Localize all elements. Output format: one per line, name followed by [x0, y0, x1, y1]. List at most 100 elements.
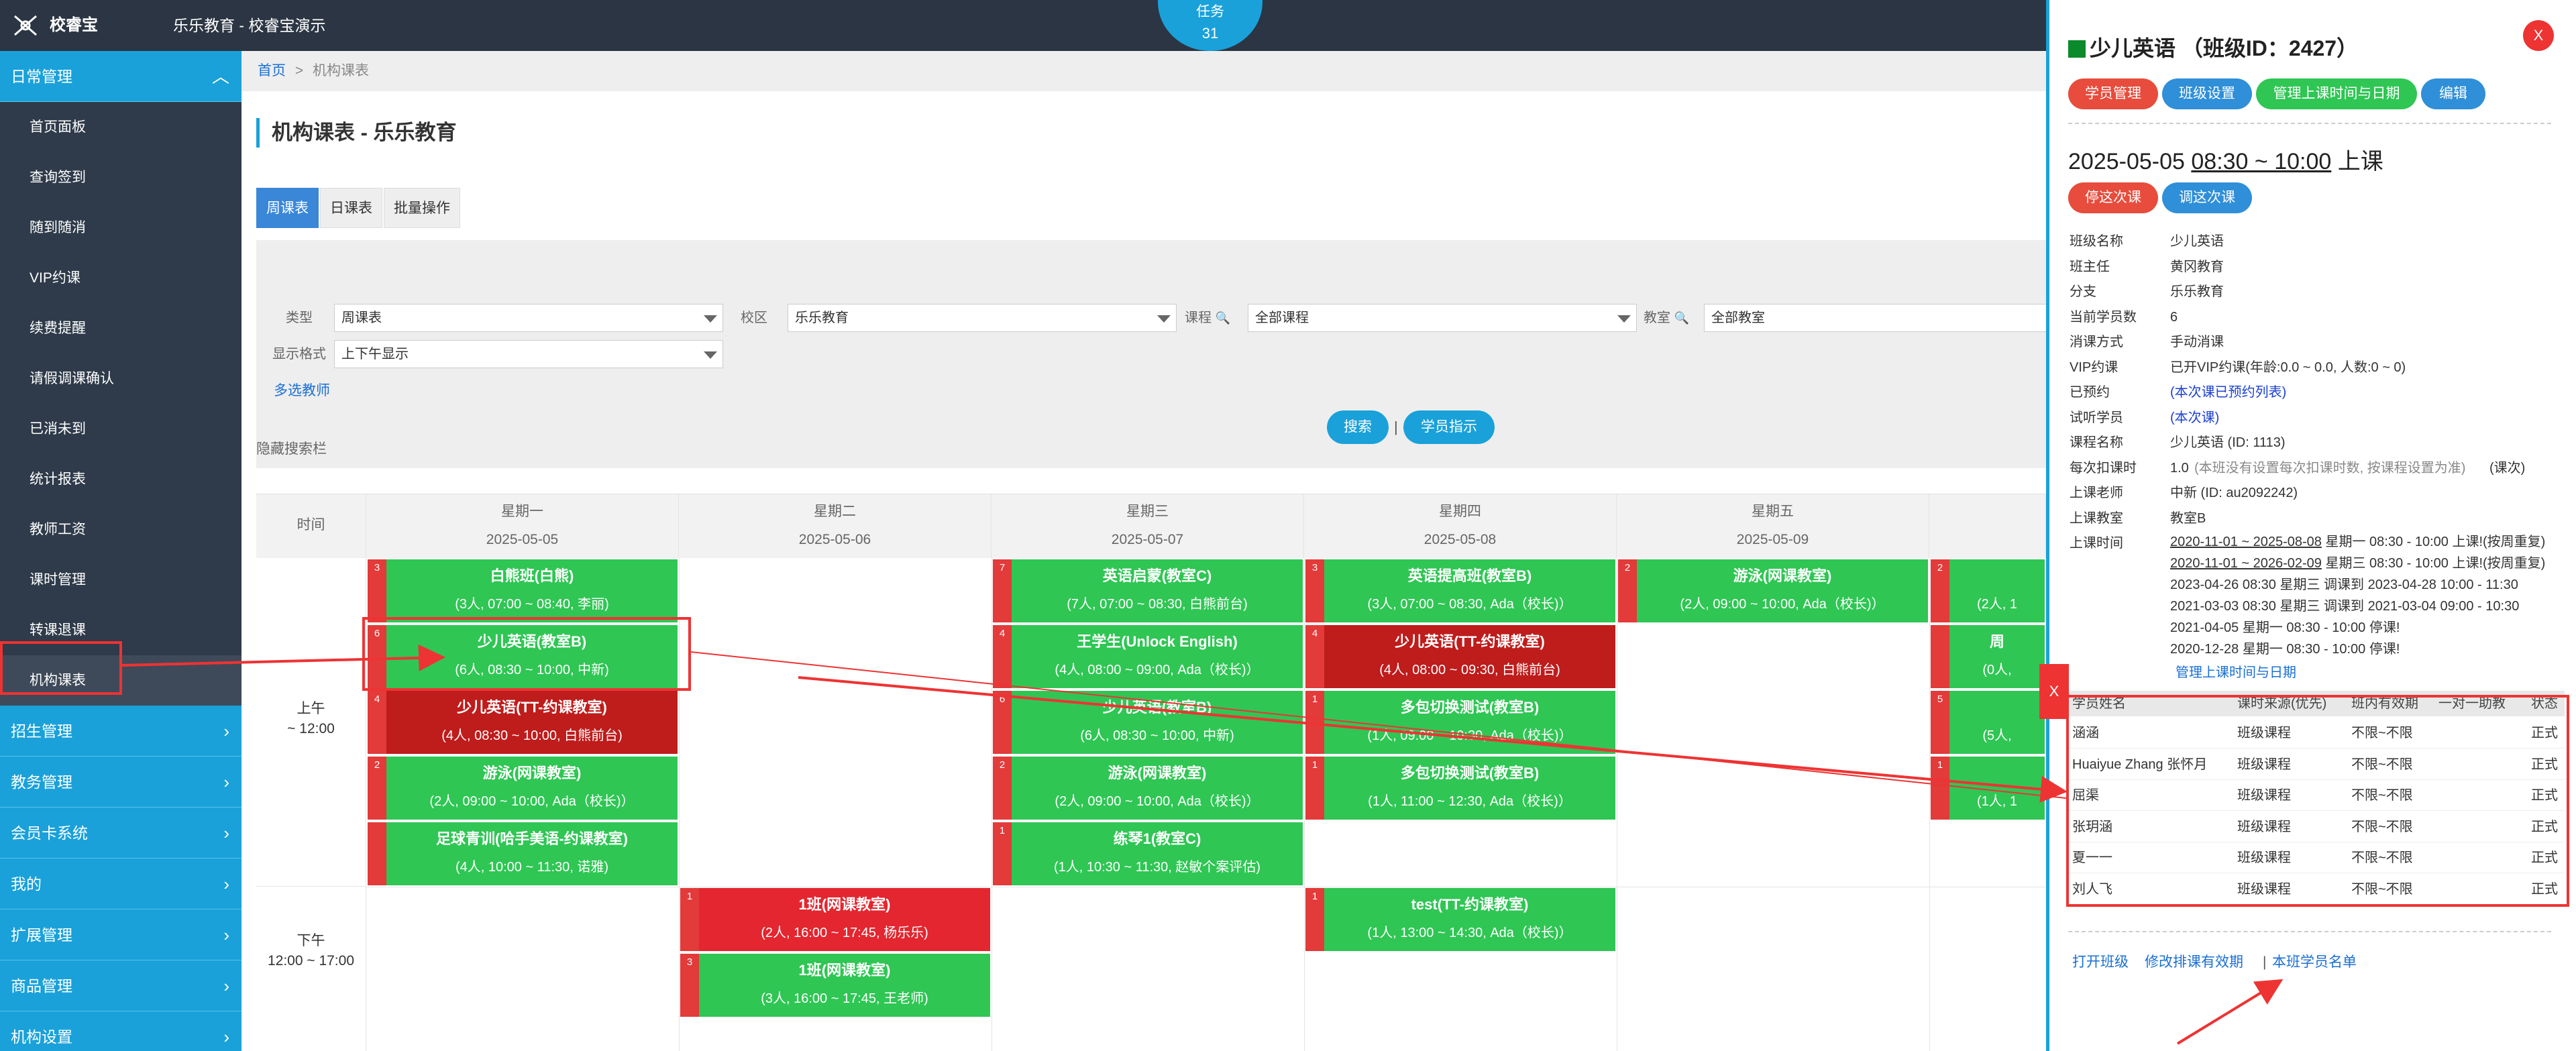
class-block[interactable]: 1 1班(网课教室) (2人, 16:00 ~ 17:45, 杨乐乐) [680, 888, 990, 951]
class-count-badge: 3 [368, 559, 386, 622]
side-close-button[interactable]: X [2039, 664, 2069, 719]
breadcrumb-home[interactable]: 首页 [258, 63, 286, 78]
sidebar-item[interactable]: 随到随消 [0, 203, 241, 253]
manage-time-link[interactable]: 管理上课时间与日期 [2176, 663, 2296, 683]
lesson-time-range[interactable]: 08:30 ~ 10:00 [2191, 149, 2331, 174]
class-block[interactable]: 足球青训(哈手美语-约课教室) (4人, 10:00 ~ 11:30, 诺雅) [368, 822, 678, 885]
sidebar-section[interactable]: 教务管理 › [0, 757, 241, 808]
sidebar-section[interactable]: 我的 › [0, 859, 241, 909]
reschedule-lesson-button[interactable]: 调这次课 [2162, 182, 2252, 213]
class-block[interactable]: 2 游泳(网课教室) (2人, 09:00 ~ 10:00, Ada（校长)） [368, 757, 678, 820]
campus-value: 乐乐教育 [795, 311, 849, 325]
info-row: 每次扣课时 1.0 (本班没有设置每次扣课时数, 按课程设置为准) (课次) [2070, 456, 2566, 481]
sidebar-item[interactable]: 请假调课确认 [0, 353, 241, 404]
tab-batch[interactable]: 批量操作 [384, 188, 460, 228]
multi-teacher-link[interactable]: 多选教师 [274, 381, 330, 401]
student-row[interactable]: 张玥涵 班级课程 不限~不限 正式 [2068, 812, 2565, 842]
class-block[interactable]: 4 少儿英语(TT-约课教室) (4人, 08:00 ~ 09:30, 白熊前台) [1305, 625, 1615, 688]
class-count-badge: 2 [368, 757, 386, 820]
sidebar-section[interactable]: 招生管理 › [0, 706, 241, 757]
student-row[interactable]: 涵涵 班级课程 不限~不限 正式 [2068, 718, 2565, 749]
class-block[interactable]: 5 (5人, [1931, 691, 2045, 754]
class-block[interactable]: 1 练琴1(教室C) (1人, 10:30 ~ 11:30, 赵敏个案评估) [993, 822, 1303, 885]
dropdown-arrow-icon [1157, 315, 1171, 323]
class-block[interactable]: 周 (0人, [1931, 625, 2045, 688]
class-block[interactable]: 2 游泳(网课教室) (2人, 09:00 ~ 10:00, Ada（校长)） [1618, 559, 1928, 622]
class-block[interactable]: 1 多包切换测试(教室B) (1人, 11:00 ~ 12:30, Ada（校长)） [1305, 757, 1615, 820]
class-block[interactable]: 7 英语启蒙(教室C) (7人, 07:00 ~ 08:30, 白熊前台) [993, 559, 1303, 622]
logo-icon [14, 15, 37, 36]
sidebar-item[interactable]: 已消未到 [0, 404, 241, 454]
class-block[interactable]: 3 1班(网课教室) (3人, 16:00 ~ 17:45, 王老师) [680, 954, 990, 1017]
sidebar-item[interactable]: 教师工资 [0, 504, 241, 555]
sidebar-item[interactable]: 转课退课 [0, 605, 241, 655]
class-detail-panel: 少儿英语 （班级ID：2427） X 学员管理 班级设置 管理上课时间与日期 编… [2046, 0, 2576, 1051]
info-row: 班主任 黄冈教育 [2070, 255, 2566, 280]
breadcrumb-sep: > [294, 63, 304, 78]
hide-search-link[interactable]: 隐藏搜索栏 [256, 436, 327, 463]
course-select[interactable]: 全部课程 [1248, 304, 1637, 332]
class-info: (6人, 08:30 ~ 10:00, 中新) [1080, 728, 1234, 743]
student-row[interactable]: 屈渠 班级课程 不限~不限 正式 [2068, 780, 2565, 811]
class-settings-button[interactable]: 班级设置 [2162, 78, 2252, 109]
tab-week[interactable]: 周课表 [256, 188, 319, 228]
student-row[interactable]: 夏一一 班级课程 不限~不限 正式 [2068, 842, 2565, 873]
class-block[interactable]: 2 游泳(网课教室) (2人, 09:00 ~ 10:00, Ada（校长)） [993, 757, 1303, 820]
class-roster-link[interactable]: 本班学员名单 [2272, 951, 2357, 974]
student-cell: 不限~不限 [2351, 881, 2413, 897]
schedule-range[interactable]: 2020-11-01 ~ 2025-08-08 [2170, 535, 2322, 549]
class-block[interactable]: 4 少儿英语(TT-约课教室) (4人, 08:30 ~ 10:00, 白熊前台) [368, 691, 678, 754]
info-value[interactable]: (本次课已预约列表) [2170, 380, 2286, 405]
class-block[interactable]: 1 test(TT-约课教室) (1人, 13:00 ~ 14:30, Ada（校长… [1305, 888, 1615, 951]
edit-button[interactable]: 编辑 [2421, 78, 2485, 109]
class-block[interactable]: 3 英语提高班(教室B) (3人, 07:00 ~ 08:30, Ada（校长)） [1305, 559, 1615, 622]
class-name: 游泳(网课教室) [1733, 567, 1832, 584]
class-block[interactable]: 6 少儿英语(教室B) (6人, 08:30 ~ 10:00, 中新) [993, 691, 1303, 754]
sidebar-item[interactable]: 首页面板 [0, 102, 241, 152]
class-block[interactable]: 2 (2人, 1 [1931, 559, 2045, 622]
task-bubble[interactable]: 任务 31 [1158, 0, 1263, 51]
sidebar-section[interactable]: 机构设置 › [0, 1011, 241, 1051]
sidebar-section[interactable]: 扩展管理 › [0, 909, 241, 960]
stop-lesson-button[interactable]: 停这次课 [2068, 182, 2158, 213]
student-guide-button[interactable]: 学员指示 [1403, 410, 1495, 444]
class-info: (3人, 07:00 ~ 08:30, Ada（校长)） [1367, 597, 1572, 612]
student-row[interactable]: 刘人飞 班级课程 不限~不限 正式 [2068, 874, 2565, 905]
class-block[interactable]: 1 多包切换测试(教室B) (1人, 09:00 ~ 10:30, Ada（校长)） [1305, 691, 1615, 754]
sidebar-item[interactable]: 统计报表 [0, 454, 241, 504]
sidebar-item[interactable]: 课时管理 [0, 555, 241, 605]
type-select[interactable]: 周课表 [334, 304, 723, 332]
sidebar-section[interactable]: 会员卡系统 › [0, 808, 241, 859]
sidebar-section[interactable]: 商品管理 › [0, 960, 241, 1011]
course-value: 全部课程 [1255, 311, 1309, 325]
class-name: 少儿英语(教室B) [477, 633, 587, 650]
tab-day[interactable]: 日课表 [320, 188, 382, 228]
class-block[interactable]: 6 少儿英语(教室B) (6人, 08:30 ~ 10:00, 中新) [368, 625, 678, 688]
sidebar-item[interactable]: 查询签到 [0, 152, 241, 203]
student-manage-button[interactable]: 学员管理 [2068, 78, 2158, 109]
sidebar-item[interactable]: 续费提醒 [0, 303, 241, 353]
sidebar-item-active[interactable]: 机构课表 [0, 655, 241, 706]
info-value: 黄冈教育 [2170, 259, 2224, 274]
sidebar-section-daily[interactable]: 日常管理 ︿ [0, 51, 241, 102]
class-block[interactable]: 1 (1人, 1 [1931, 757, 2045, 820]
info-value[interactable]: (本次课) [2170, 406, 2219, 431]
schedule-range[interactable]: 2020-11-01 ~ 2026-02-09 [2170, 556, 2322, 571]
format-select[interactable]: 上下午显示 [334, 340, 723, 368]
student-row[interactable]: Huaiyue Zhang 张怀月 班级课程 不限~不限 正式 [2068, 749, 2565, 780]
class-block[interactable]: 3 白熊班(白熊) (3人, 07:00 ~ 08:40, 李丽) [368, 559, 678, 622]
close-button[interactable]: X [2523, 20, 2554, 51]
student-cell: 夏一一 [2072, 850, 2112, 865]
class-block[interactable]: 4 王学生(Unlock English) (4人, 08:00 ~ 09:00, … [993, 625, 1303, 688]
campus-select[interactable]: 乐乐教育 [788, 304, 1177, 332]
search-button[interactable]: 搜索 [1327, 410, 1389, 444]
student-cell: 正式 [2531, 726, 2558, 740]
sidebar-item[interactable]: VIP约课 [0, 253, 241, 303]
class-count-badge: 1 [680, 888, 699, 951]
open-class-link[interactable]: 打开班级 [2072, 951, 2129, 974]
class-name: 1班(网课教室) [798, 896, 891, 913]
room-select[interactable]: 全部教室 [1704, 304, 2046, 332]
manage-time-button[interactable]: 管理上课时间与日期 [2256, 78, 2417, 109]
modify-validity-link[interactable]: 修改排课有效期 [2145, 951, 2243, 974]
student-cell: 不限~不限 [2351, 726, 2413, 740]
